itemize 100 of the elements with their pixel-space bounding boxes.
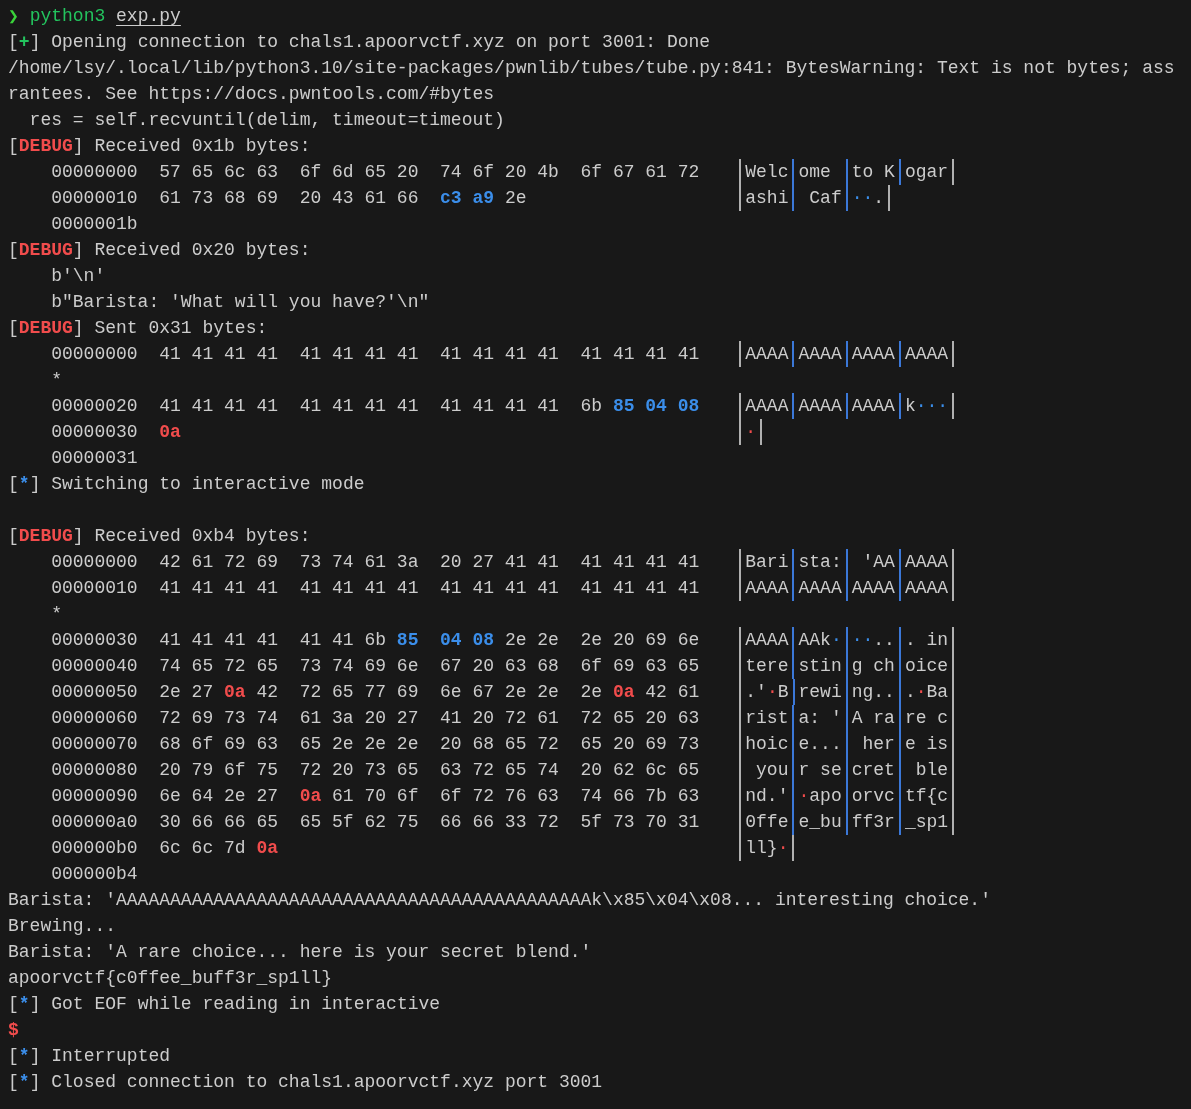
- output-text: [: [8, 1045, 19, 1068]
- output-text: [: [8, 239, 19, 262]
- ascii-text: .: [873, 187, 885, 210]
- hex-bytes: 20 62 6c 65: [580, 759, 700, 782]
- hex-bytes: 41 41 41 41: [440, 343, 559, 366]
- ascii-text: AAAA: [904, 551, 949, 574]
- output-text: Got EOF while reading in interactive: [51, 993, 441, 1016]
- alert-text: DEBUG: [18, 525, 73, 548]
- output-text: [: [8, 473, 19, 496]
- ascii-text: her: [861, 733, 895, 756]
- hex-bytes: 72 65 20 63: [580, 707, 700, 730]
- output-text: b"Barista: 'What will you have?'\n": [50, 291, 430, 314]
- ascii-text: . in: [904, 629, 949, 652]
- ascii-text: ··: [851, 629, 874, 652]
- output-text: Barista: 'A rare choice... here is your secret blend.': [8, 941, 592, 964]
- output-text: [: [8, 1071, 19, 1094]
- output-text: Received 0xb4 bytes:: [94, 525, 311, 548]
- hex-bytes: c3 a9: [440, 187, 495, 210]
- output-text: [: [8, 993, 19, 1016]
- ascii-text: 0ffe: [745, 811, 789, 834]
- output-text: apoorvctf{c0ffee_buff3r_sp1ll}: [8, 967, 333, 990]
- ascii-text: rist: [745, 707, 789, 730]
- ascii-text: AAAA: [745, 395, 789, 418]
- ascii-text: _sp1: [904, 811, 949, 834]
- ascii-text: AAAA: [745, 343, 789, 366]
- ascii-text: a: ': [798, 707, 842, 730]
- ascii-text: ··: [851, 187, 874, 210]
- hex-bytes: 61 73 68 69: [159, 187, 279, 210]
- output-text: ]: [72, 239, 84, 262]
- hex-bytes: 41 41 41 41: [580, 343, 700, 366]
- info-text: *: [18, 993, 30, 1016]
- ascii-text: you: [755, 759, 789, 782]
- ascii-text: orvc: [851, 785, 895, 808]
- ascii-text: ashi: [745, 187, 789, 210]
- hex-bytes: 73 74 69 6e: [299, 655, 419, 678]
- hex-bytes: 41 41 41 41: [299, 343, 419, 366]
- output-text: [: [8, 525, 19, 548]
- info-text: *: [18, 1045, 30, 1068]
- ascii-text: g ch: [851, 655, 895, 678]
- hex-offset: *: [51, 369, 62, 392]
- hex-bytes: 6c 6c 7d: [159, 837, 246, 860]
- output-text: ]: [29, 993, 41, 1016]
- ascii-text: AAAA: [904, 343, 949, 366]
- hex-bytes: 41 41 41 41: [299, 395, 419, 418]
- hex-bytes: 6f 67 61 72: [580, 161, 700, 184]
- hex-bytes: 6f 6d 65 20: [299, 161, 419, 184]
- file-name: exp.py: [116, 5, 181, 28]
- hex-bytes: 85: [396, 629, 419, 652]
- hex-bytes: 6b: [580, 395, 603, 418]
- hex-offset: 00000010: [51, 577, 138, 600]
- hex-bytes: 20 79 6f 75: [159, 759, 279, 782]
- ascii-text: k: [904, 395, 916, 418]
- hex-bytes: 41 41 6b: [299, 629, 387, 652]
- alert-text: DEBUG: [18, 317, 73, 340]
- hex-bytes: 61 70 6f: [332, 785, 419, 808]
- hex-offset: 000000b0: [51, 837, 138, 860]
- output-text: ]: [29, 1045, 41, 1068]
- ascii-text: r se: [798, 759, 842, 782]
- output-text: ]: [29, 1071, 41, 1094]
- hex-bytes: 20 27 41 41: [440, 551, 559, 574]
- command-text: python3: [29, 5, 106, 28]
- output-text: b'\n': [50, 265, 106, 288]
- ascii-text: AAAA: [798, 343, 842, 366]
- hex-offset: 00000000: [51, 551, 138, 574]
- output-text: [: [8, 317, 19, 340]
- hex-bytes: 30 66 66 65: [159, 811, 279, 834]
- ascii-text: e is: [904, 733, 949, 756]
- hex-bytes: 2e: [504, 187, 527, 210]
- ascii-text: B: [777, 681, 789, 704]
- hex-bytes: 41 41 41 41: [299, 577, 419, 600]
- hex-bytes: 42 61 72 69: [159, 551, 279, 574]
- hex-bytes: 72 20 73 65: [299, 759, 419, 782]
- ascii-text: AAAA: [798, 395, 842, 418]
- output-text: Switching to interactive mode: [51, 473, 365, 496]
- output-text: Opening connection to chals1.apoorvctf.xyz on port 3001: Done: [51, 31, 711, 54]
- hex-bytes: 41 41 41 41: [440, 577, 559, 600]
- hex-bytes: 41 20 72 61: [440, 707, 559, 730]
- output-text: Interrupted: [51, 1045, 171, 1068]
- prompt-symbol: ❯: [8, 4, 19, 28]
- hex-offset: 00000030: [51, 421, 138, 444]
- hex-offset: 00000060: [51, 707, 138, 730]
- hex-offset: 00000080: [51, 759, 138, 782]
- ascii-text: rewi: [798, 681, 842, 704]
- hex-bytes: 61 3a 20 27: [299, 707, 419, 730]
- info-text: *: [18, 473, 30, 496]
- ascii-text: ·: [915, 681, 927, 704]
- hex-offset: 00000031: [51, 447, 138, 470]
- hex-bytes: 0a: [159, 421, 181, 444]
- hex-bytes: 72 65 77 69: [299, 681, 419, 704]
- hex-bytes: 6e 67 2e 2e: [440, 681, 559, 704]
- alert-text: DEBUG: [18, 135, 73, 158]
- ascii-text: stin: [798, 655, 842, 678]
- ascii-text: 'AA: [861, 551, 895, 574]
- hex-bytes: 68 6f 69 63: [159, 733, 279, 756]
- hex-bytes: 85 04 08: [612, 395, 700, 418]
- ascii-text: AAAA: [798, 577, 842, 600]
- hex-bytes: 66 66 33 72: [440, 811, 559, 834]
- hex-bytes: 2e: [580, 681, 603, 704]
- hex-offset: *: [51, 603, 62, 626]
- output-text: ]: [72, 525, 84, 548]
